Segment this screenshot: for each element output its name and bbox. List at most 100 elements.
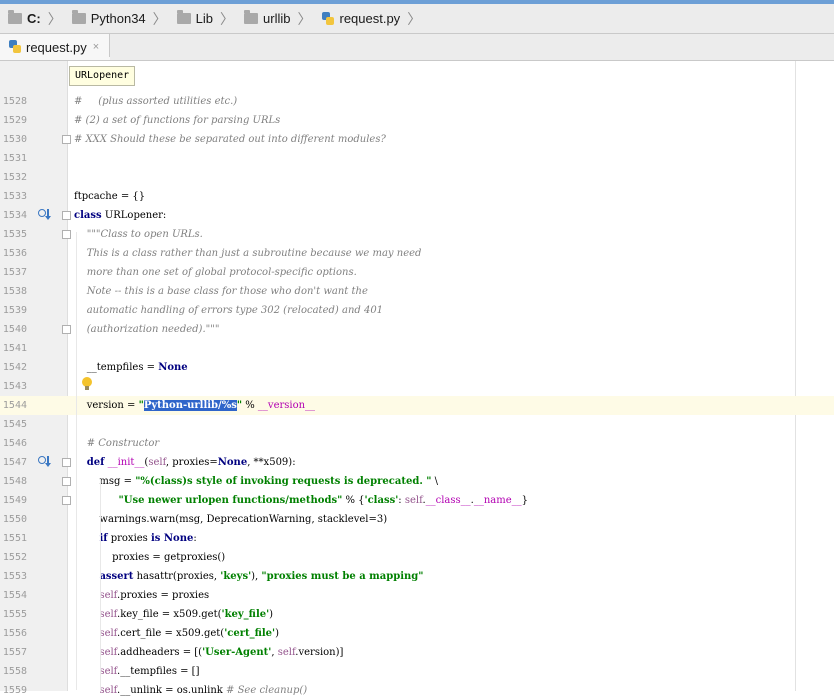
breadcrumb-item-file[interactable]: request.py 〉 — [313, 4, 423, 33]
code-line[interactable]: 1556 self.cert_file = x509.get('cert_fil… — [0, 624, 834, 643]
folder-icon — [71, 10, 86, 24]
code-line[interactable]: 1530 # XXX Should these be separated out … — [0, 130, 834, 149]
breadcrumb-item-lib[interactable]: Lib 〉 — [169, 4, 236, 33]
editor-tab-bar: request.py × — [0, 34, 834, 61]
code-line[interactable]: 1544 version = "Python-urllib/%s" % __ve… — [0, 396, 834, 415]
code-text: """Class to open URLs. — [86, 229, 203, 240]
line-number: 1532 — [2, 172, 27, 183]
code-line[interactable]: 1539 automatic handling of errors type 3… — [0, 301, 834, 320]
code-text: "Use newer urlopen functions/methods" % … — [118, 495, 529, 506]
code-text: # (plus assorted utilities etc.) — [74, 96, 238, 107]
code-line[interactable]: 1545 — [0, 415, 834, 434]
breadcrumb-item-drive[interactable]: C: 〉 — [0, 4, 64, 33]
code-text: self.proxies = proxies — [99, 590, 210, 601]
tab-label: request.py — [26, 39, 87, 55]
line-number: 1530 — [2, 134, 27, 145]
code-text: proxies = getproxies() — [74, 552, 226, 563]
breadcrumb-label: urllib — [263, 11, 291, 26]
code-line[interactable]: 1549 "Use newer urlopen functions/method… — [0, 491, 834, 510]
breadcrumb-item-urllib[interactable]: urllib 〉 — [236, 4, 313, 33]
line-number: 1529 — [2, 115, 27, 126]
line-number: 1548 — [2, 476, 27, 487]
code-line[interactable]: 1554 self.proxies = proxies — [0, 586, 834, 605]
line-number: 1551 — [2, 533, 27, 544]
line-number: 1536 — [2, 248, 27, 259]
tab-active-marker — [0, 57, 110, 60]
code-line[interactable]: 1528 # (plus assorted utilities etc.) — [0, 92, 834, 111]
chevron-right-icon: 〉 — [47, 11, 62, 28]
code-line[interactable]: 1536 This is a class rather than just a … — [0, 244, 834, 263]
breadcrumb-label: request.py — [339, 11, 401, 26]
line-number: 1549 — [2, 495, 27, 506]
code-line[interactable]: 1548 msg = "%(class)s style of invoking … — [0, 472, 834, 491]
code-text: def __init__(self, proxies=None, **x509)… — [86, 457, 296, 468]
overridden-method-icon[interactable] — [38, 209, 52, 221]
breadcrumb-item-python34[interactable]: Python34 〉 — [64, 4, 169, 33]
code-text: ftpcache = {} — [74, 191, 146, 202]
fold-marker-icon[interactable] — [62, 230, 71, 239]
code-line[interactable]: 1538 Note -- this is a base class for th… — [0, 282, 834, 301]
python-file-icon — [321, 11, 335, 26]
code-line[interactable]: 1529 # (2) a set of functions for parsing… — [0, 111, 834, 130]
code-line[interactable]: 1552 proxies = getproxies() — [0, 548, 834, 567]
code-line[interactable]: 1555 self.key_file = x509.get('key_file'… — [0, 605, 834, 624]
structure-hint: URLopener — [69, 66, 136, 86]
code-line[interactable]: 1542 __tempfiles = None — [0, 358, 834, 377]
code-text: assert hasattr(proxies, 'keys'), "proxie… — [99, 571, 424, 582]
fold-marker-icon[interactable] — [62, 477, 71, 486]
code-line[interactable]: 1558 self.__tempfiles = [] — [0, 662, 834, 681]
code-text: if proxies is None: — [99, 533, 197, 544]
chevron-right-icon: 〉 — [407, 11, 422, 28]
line-number: 1555 — [2, 609, 27, 620]
python-file-icon — [8, 40, 22, 54]
code-line[interactable]: 1533 ftpcache = {} — [0, 187, 834, 206]
fold-marker-icon[interactable] — [62, 211, 71, 220]
line-number: 1544 — [2, 400, 27, 411]
code-line[interactable]: 1553 assert hasattr(proxies, 'keys'), "p… — [0, 567, 834, 586]
code-line[interactable]: 1540 (authorization needed).""" — [0, 320, 834, 339]
code-line[interactable]: 1532 — [0, 168, 834, 187]
code-line[interactable]: 1541 — [0, 339, 834, 358]
lightbulb-icon[interactable] — [82, 377, 92, 390]
breadcrumb-label: Lib — [195, 11, 214, 26]
code-text: (authorization needed).""" — [74, 324, 220, 335]
fold-marker-icon[interactable] — [62, 135, 71, 144]
line-number: 1542 — [2, 362, 27, 373]
chevron-right-icon: 〉 — [220, 11, 235, 28]
code-text: # (2) a set of functions for parsing URL… — [74, 115, 281, 126]
breadcrumb-label: C: — [27, 11, 41, 26]
line-number: 1553 — [2, 571, 27, 582]
folder-icon — [176, 10, 191, 24]
code-line[interactable]: 1557 self.addheaders = [('User-Agent', s… — [0, 643, 834, 662]
folder-icon — [8, 10, 22, 24]
line-number: 1534 — [2, 210, 27, 221]
code-line[interactable]: 1531 — [0, 149, 834, 168]
line-number: 1537 — [2, 267, 27, 278]
fold-marker-icon[interactable] — [62, 325, 71, 334]
code-line[interactable]: 1537 more than one set of global protoco… — [0, 263, 834, 282]
code-line[interactable]: 1547 def __init__(self, proxies=None, **… — [0, 453, 834, 472]
line-number: 1558 — [2, 666, 27, 677]
line-number: 1538 — [2, 286, 27, 297]
fold-marker-icon[interactable] — [62, 458, 71, 467]
code-text: class URLopener: — [74, 210, 167, 221]
code-line[interactable]: 1535 """Class to open URLs. — [0, 225, 834, 244]
indent-guide — [76, 232, 77, 690]
breadcrumb-label: Python34 — [90, 11, 146, 26]
code-line[interactable]: 1551 if proxies is None: — [0, 529, 834, 548]
code-text: self.cert_file = x509.get('cert_file') — [99, 628, 280, 639]
chevron-right-icon: 〉 — [152, 11, 167, 28]
code-line[interactable]: 1534 class URLopener: — [0, 206, 834, 225]
line-number: 1535 — [2, 229, 27, 240]
line-number: 1528 — [2, 96, 27, 107]
line-number: 1539 — [2, 305, 27, 316]
code-text: more than one set of global protocol-spe… — [74, 267, 357, 278]
code-text: This is a class rather than just a subro… — [74, 248, 422, 259]
code-line[interactable]: 1543 — [0, 377, 834, 396]
code-line[interactable]: 1546 # Constructor — [0, 434, 834, 453]
close-icon[interactable]: × — [93, 41, 99, 53]
fold-marker-icon[interactable] — [62, 496, 71, 505]
overridden-method-icon[interactable] — [38, 456, 52, 468]
line-number: 1547 — [2, 457, 27, 468]
code-line[interactable]: 1550 warnings.warn(msg, DeprecationWarni… — [0, 510, 834, 529]
